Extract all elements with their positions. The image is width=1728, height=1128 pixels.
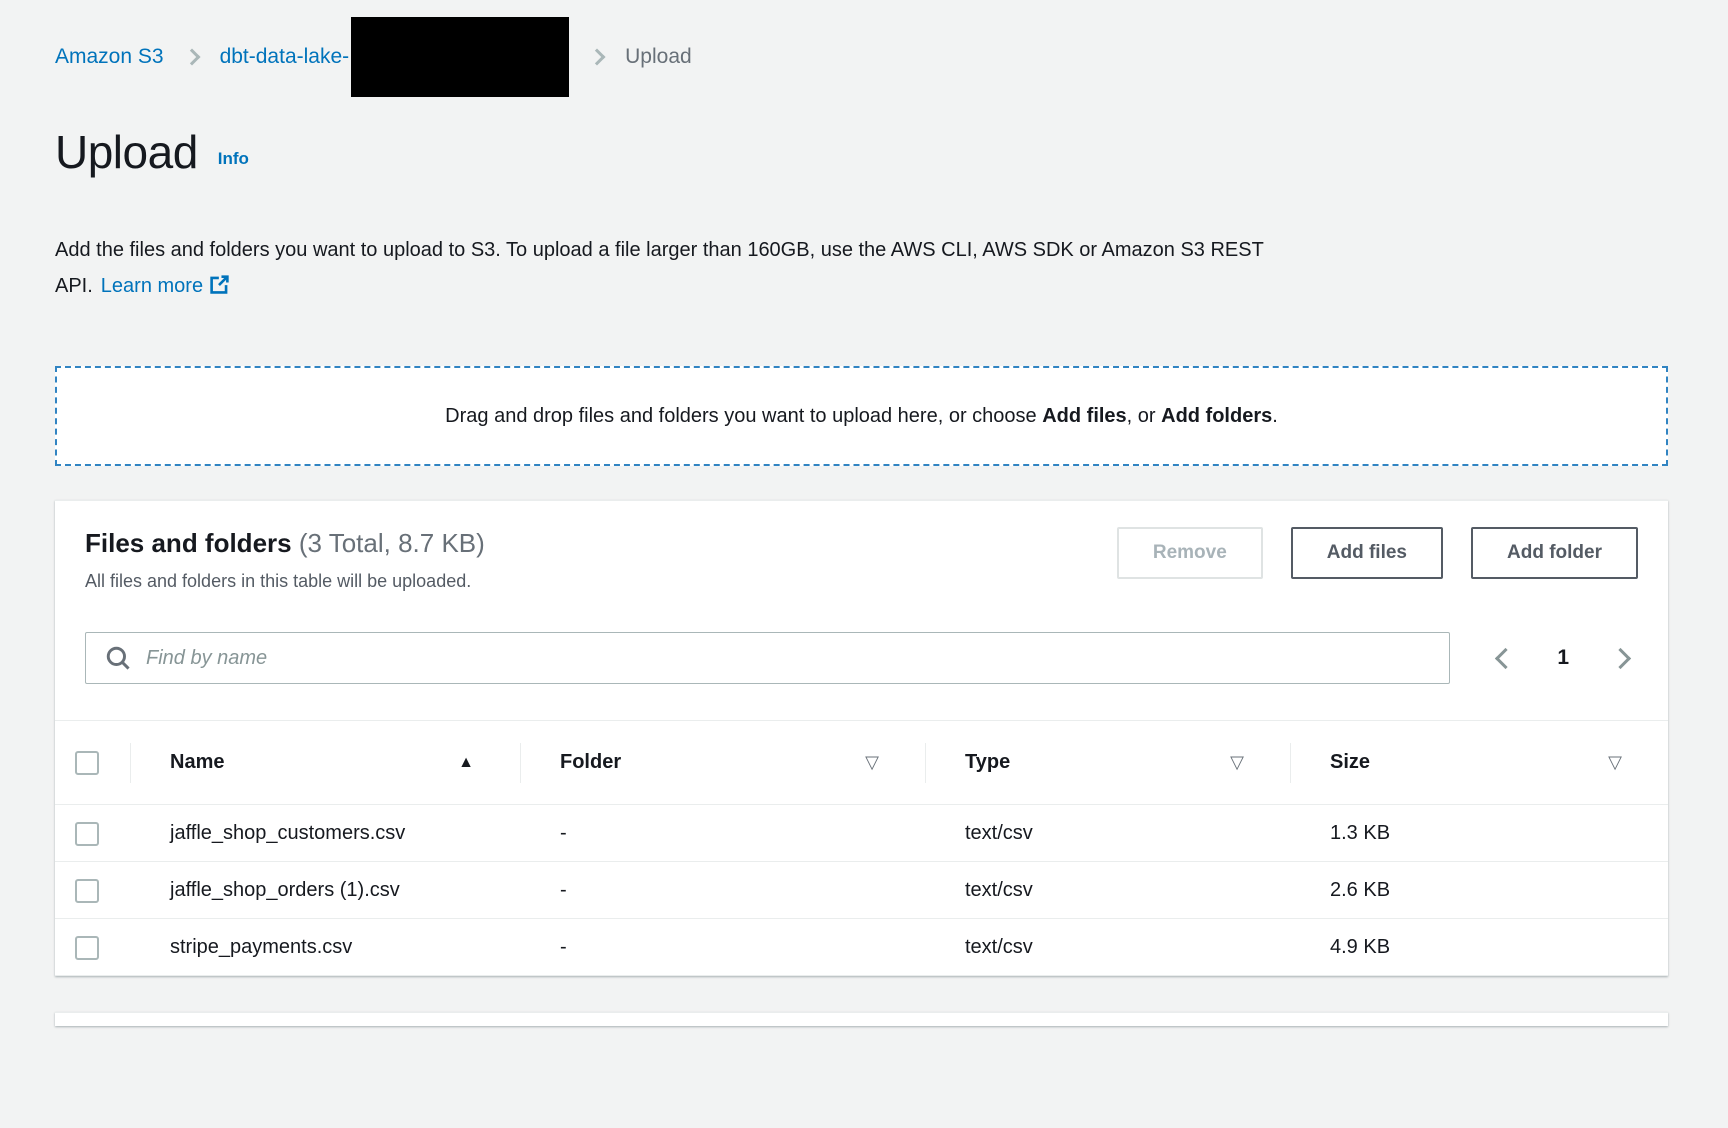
files-table: Name▲ Folder▽ Type▽ Size▽ jaffle_s: [55, 720, 1668, 976]
file-type: text/csv: [925, 862, 1290, 919]
external-link-icon: [209, 274, 230, 295]
remove-button[interactable]: Remove: [1117, 527, 1263, 579]
file-size: 2.6 KB: [1290, 862, 1668, 919]
intro-paragraph: Add the files and folders you want to up…: [55, 232, 1355, 304]
breadcrumb-bucket-item: dbt-data-lake-: [220, 17, 570, 97]
file-size: 4.9 KB: [1290, 919, 1668, 976]
add-files-button[interactable]: Add files: [1291, 527, 1443, 579]
breadcrumb-link-amazon-s3[interactable]: Amazon S3: [55, 45, 164, 69]
search-input[interactable]: [85, 632, 1450, 684]
column-header-folder[interactable]: Folder▽: [520, 721, 925, 805]
file-folder: -: [520, 919, 925, 976]
previous-page-button[interactable]: [1495, 647, 1516, 668]
panel-actions: Remove Add files Add folder: [1117, 527, 1638, 579]
current-page-number[interactable]: 1: [1557, 646, 1569, 670]
file-folder: -: [520, 862, 925, 919]
row-checkbox[interactable]: [75, 879, 99, 903]
table-header-row: Name▲ Folder▽ Type▽ Size▽: [55, 721, 1668, 805]
column-header-size[interactable]: Size▽: [1290, 721, 1668, 805]
upload-dropzone[interactable]: Drag and drop files and folders you want…: [55, 366, 1668, 466]
file-name: jaffle_shop_orders (1).csv: [170, 872, 410, 908]
search-icon: [105, 645, 131, 671]
page-header: Upload Info: [55, 126, 1668, 178]
table-row: jaffle_shop_customers.csv - text/csv 1.3…: [55, 805, 1668, 862]
file-size: 1.3 KB: [1290, 805, 1668, 862]
next-page-button[interactable]: [1610, 647, 1631, 668]
learn-more-link[interactable]: Learn more: [101, 275, 230, 297]
add-folder-button[interactable]: Add folder: [1471, 527, 1638, 579]
intro-text: Add the files and folders you want to up…: [55, 239, 1263, 297]
info-link[interactable]: Info: [218, 149, 249, 169]
search-row: 1: [55, 632, 1668, 684]
column-header-type[interactable]: Type▽: [925, 721, 1290, 805]
file-type: text/csv: [925, 805, 1290, 862]
breadcrumb-current-upload: Upload: [625, 45, 692, 69]
panel-header: Files and folders (3 Total, 8.7 KB) All …: [55, 501, 1668, 592]
s3-upload-page: Amazon S3 dbt-data-lake- Upload Upload I…: [0, 0, 1728, 1026]
row-checkbox[interactable]: [75, 936, 99, 960]
table-row: jaffle_shop_orders (1).csv - text/csv 2.…: [55, 862, 1668, 919]
select-all-checkbox[interactable]: [75, 751, 99, 775]
breadcrumb-link-bucket[interactable]: dbt-data-lake-: [220, 45, 350, 69]
chevron-right-icon: [589, 49, 606, 66]
dropzone-add-files-text: Add files: [1042, 405, 1126, 427]
breadcrumb: Amazon S3 dbt-data-lake- Upload: [55, 0, 1668, 74]
sort-icon[interactable]: ▽: [1608, 752, 1622, 773]
file-folder: -: [520, 805, 925, 862]
next-section-edge: [55, 1012, 1668, 1026]
panel-title: Files and folders: [85, 528, 292, 558]
file-name: jaffle_shop_customers.csv: [170, 815, 410, 851]
learn-more-label: Learn more: [101, 275, 203, 297]
panel-description: All files and folders in this table will…: [85, 571, 485, 592]
file-type: text/csv: [925, 919, 1290, 976]
search-box: [85, 632, 1450, 684]
column-header-name[interactable]: Name▲: [130, 721, 520, 805]
dropzone-text: Drag and drop files and folders you want…: [445, 405, 1278, 428]
panel-count-summary: (3 Total, 8.7 KB): [299, 528, 485, 558]
row-checkbox[interactable]: [75, 822, 99, 846]
panel-heading: Files and folders (3 Total, 8.7 KB): [85, 527, 485, 559]
dropzone-add-folders-text: Add folders: [1161, 405, 1272, 427]
sort-icon[interactable]: ▽: [865, 752, 879, 773]
sort-ascending-icon[interactable]: ▲: [458, 754, 474, 772]
pagination: 1: [1498, 646, 1628, 670]
page-title: Upload: [55, 126, 198, 178]
files-and-folders-panel: Files and folders (3 Total, 8.7 KB) All …: [55, 500, 1668, 976]
panel-title-group: Files and folders (3 Total, 8.7 KB) All …: [85, 527, 485, 592]
table-row: stripe_payments.csv - text/csv 4.9 KB: [55, 919, 1668, 976]
file-name: stripe_payments.csv: [170, 929, 410, 965]
chevron-right-icon: [183, 49, 200, 66]
redacted-bucket-name: [351, 17, 569, 97]
sort-icon[interactable]: ▽: [1230, 752, 1244, 773]
